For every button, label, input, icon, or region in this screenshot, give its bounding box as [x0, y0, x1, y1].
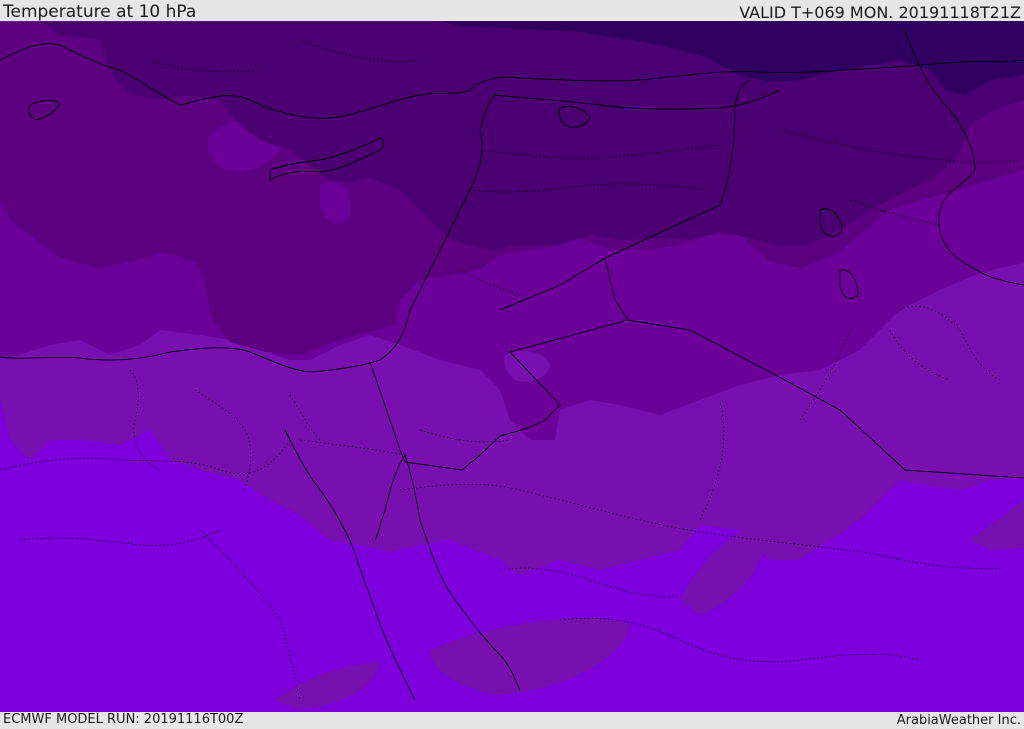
valid-time: VALID T+069 MON. 20191118T21Z [739, 3, 1021, 22]
map-canvas[interactable] [0, 21, 1024, 712]
map-title: Temperature at 10 hPa [3, 2, 197, 22]
header-bar: Temperature at 10 hPa VALID T+069 MON. 2… [0, 0, 1024, 22]
footer-bar: ECMWF MODEL RUN: 20191116T00Z ArabiaWeat… [0, 712, 1024, 729]
model-run: ECMWF MODEL RUN: 20191116T00Z [3, 712, 244, 727]
credit-text: ArabiaWeather Inc. [896, 713, 1021, 728]
weather-map-frame: Temperature at 10 hPa VALID T+069 MON. 2… [0, 0, 1024, 729]
